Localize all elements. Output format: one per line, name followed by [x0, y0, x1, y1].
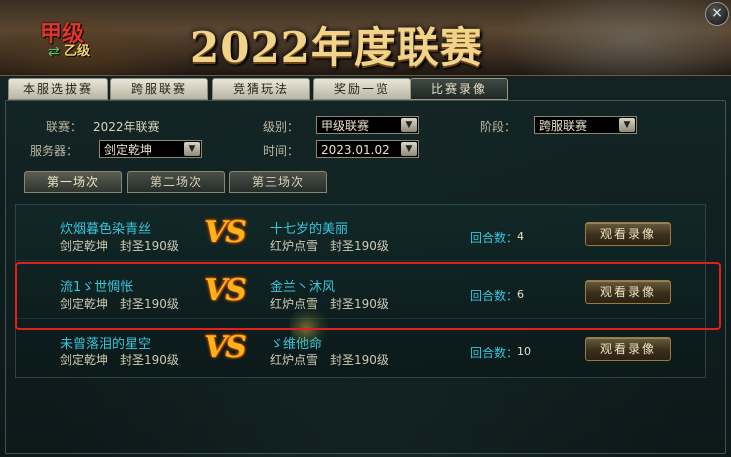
server-select-value: 剑定乾坤: [104, 143, 153, 157]
left-player-level: 封圣190级: [120, 239, 179, 253]
league-logo: 甲级 ⇄ 乙级: [34, 10, 106, 66]
selected-match-highlight: [15, 262, 721, 330]
stage-select-value: 跨服联赛: [539, 119, 588, 133]
logo-sub-text: 乙级: [64, 44, 91, 59]
tab-round-1[interactable]: 第一场次: [24, 171, 122, 193]
banner-art-right: [500, 0, 731, 75]
chevron-down-icon: ▼: [184, 142, 200, 156]
time-select-value: 2023.01.02: [321, 143, 390, 157]
match-row: 炊烟暮色染青丝 剑定乾坤 封圣190级 VS 十七岁的美丽 红炉点雪 封圣190级 …: [16, 205, 705, 261]
right-player-server: 红炉点雪: [270, 239, 319, 253]
watch-replay-button[interactable]: 观看录像: [585, 337, 671, 361]
left-player-info: 剑定乾坤 封圣190级: [60, 351, 179, 368]
level-label: 级别：: [263, 120, 300, 134]
time-select[interactable]: 2023.01.02 ▼: [316, 140, 419, 158]
tab-cross-server-league[interactable]: 跨服联赛: [110, 78, 208, 100]
tab-match-replays[interactable]: 比赛录像: [410, 78, 508, 100]
page-title: 2022年度联赛: [190, 23, 483, 72]
left-player-info: 剑定乾坤 封圣190级: [60, 237, 179, 254]
level-select[interactable]: 甲级联赛 ▼: [316, 116, 419, 134]
right-player-level: 封圣190级: [330, 239, 389, 253]
rounds-label: 回合数：: [470, 231, 519, 245]
tab-betting[interactable]: 竞猜玩法: [212, 78, 310, 100]
right-player-server: 红炉点雪: [270, 353, 319, 367]
left-player-level: 封圣190级: [120, 353, 179, 367]
left-player-server: 剑定乾坤: [60, 353, 109, 367]
right-player-info: 红炉点雪 封圣190级: [270, 237, 389, 254]
left-player-name: 未曾落泪的星空: [60, 337, 152, 352]
right-player-level: 封圣190级: [330, 353, 389, 367]
vs-emblem: VS: [204, 330, 247, 365]
server-select[interactable]: 剑定乾坤 ▼: [99, 140, 202, 158]
tab-round-2[interactable]: 第二场次: [127, 171, 225, 193]
vs-emblem: VS: [204, 215, 247, 250]
game-window: 甲级 ⇄ 乙级 2022年度联赛 × 本服选拔赛 跨服联赛 竞猜玩法 奖励一览 …: [0, 0, 731, 457]
rounds-count: 4: [517, 230, 524, 243]
right-player-name: 十七岁的美丽: [270, 222, 349, 237]
swap-arrows-icon: ⇄: [48, 44, 60, 60]
left-player-server: 剑定乾坤: [60, 239, 109, 253]
right-player-info: 红炉点雪 封圣190级: [270, 351, 389, 368]
watch-replay-button[interactable]: 观看录像: [585, 222, 671, 246]
league-value: 2022年联赛: [93, 120, 160, 134]
row-divider: [16, 260, 705, 261]
close-icon[interactable]: ×: [705, 2, 729, 26]
level-select-value: 甲级联赛: [321, 119, 370, 133]
league-label: 联赛：: [46, 120, 83, 134]
left-player-name: 炊烟暮色染青丝: [60, 222, 152, 237]
tab-local-selection[interactable]: 本服选拔赛: [8, 78, 108, 100]
chevron-down-icon: ▼: [401, 142, 417, 156]
chevron-down-icon: ▼: [401, 118, 417, 132]
rounds-count: 10: [517, 345, 531, 358]
rounds-label: 回合数：: [470, 346, 519, 360]
stage-select[interactable]: 跨服联赛 ▼: [534, 116, 637, 134]
tab-round-3[interactable]: 第三场次: [229, 171, 327, 193]
tab-rewards[interactable]: 奖励一览: [313, 78, 411, 100]
stage-label: 阶段：: [480, 120, 517, 134]
server-label: 服务器：: [30, 144, 79, 158]
header-banner: 甲级 ⇄ 乙级 2022年度联赛: [0, 0, 731, 76]
chevron-down-icon: ▼: [619, 118, 635, 132]
time-label: 时间：: [263, 144, 300, 158]
